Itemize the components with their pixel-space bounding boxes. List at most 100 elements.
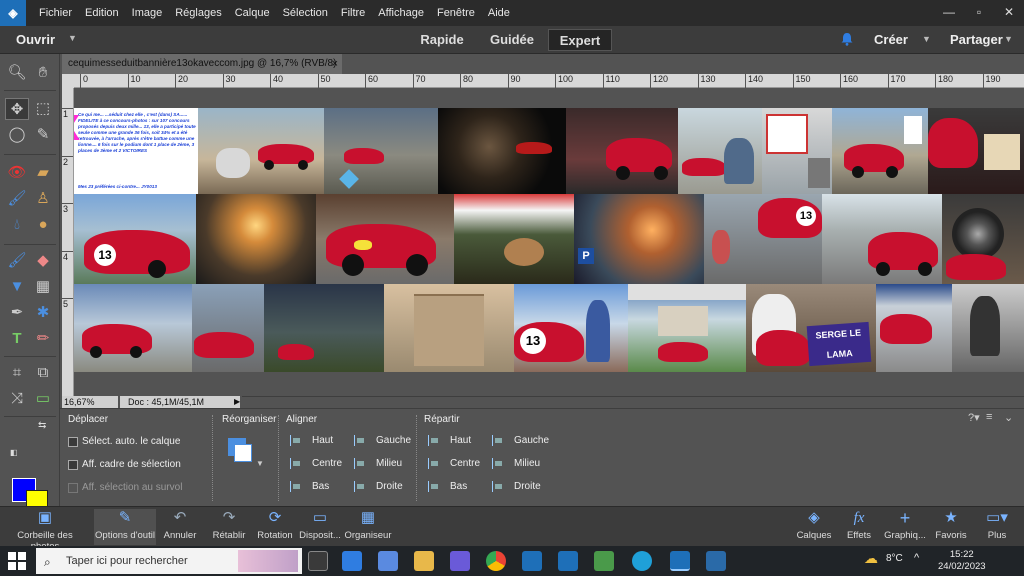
task-view-icon[interactable] xyxy=(308,551,328,571)
tab-expert[interactable]: Expert xyxy=(548,29,612,51)
share-dropdown-icon[interactable]: ▼ xyxy=(1004,34,1013,44)
zoom-level[interactable]: 16,67% xyxy=(62,396,118,408)
menu-edition[interactable]: Edition xyxy=(85,7,119,19)
organizer-button[interactable]: ▦ Organiseur xyxy=(344,509,392,541)
photos-app-icon[interactable] xyxy=(378,551,398,571)
spot-healing-tool-icon[interactable]: ▰ xyxy=(31,162,55,184)
blur-tool-icon[interactable]: 💧︎ xyxy=(5,214,29,236)
quick-selection-tool-icon[interactable]: ✎ xyxy=(31,124,55,146)
create-dropdown-icon[interactable]: ▼ xyxy=(922,34,931,44)
distribute-right[interactable]: Droite xyxy=(514,481,541,492)
horizontal-scrollbar[interactable] xyxy=(242,396,1024,408)
menu-fichier[interactable]: Fichier xyxy=(39,7,72,19)
menu-reglages[interactable]: Réglages xyxy=(175,7,221,19)
brush-tool-icon[interactable]: 🖌︎ xyxy=(5,250,29,272)
eyedropper-tool-icon[interactable]: ✒ xyxy=(5,302,29,324)
content-aware-move-tool-icon[interactable]: ⤨ xyxy=(5,388,29,410)
windows-start-icon[interactable] xyxy=(8,552,26,570)
move-tool-icon[interactable]: ✥ xyxy=(5,98,29,120)
align-middle[interactable]: Milieu xyxy=(376,458,402,469)
close-document-icon[interactable]: × xyxy=(332,54,338,74)
app-icon[interactable] xyxy=(594,551,614,571)
align-left-icon[interactable] xyxy=(354,435,366,446)
hand-tool-icon[interactable]: ✋︎ xyxy=(31,62,55,84)
distribute-center-icon[interactable] xyxy=(428,458,440,469)
align-center[interactable]: Centre xyxy=(312,458,342,469)
align-bottom-icon[interactable] xyxy=(290,481,302,492)
file-explorer-icon[interactable] xyxy=(414,551,434,571)
arrange-dropdown-icon[interactable]: ▼ xyxy=(256,459,264,468)
system-clock[interactable]: 15:22 24/02/2023 xyxy=(938,549,986,573)
menu-filtre[interactable]: Filtre xyxy=(341,7,365,19)
distribute-middle[interactable]: Milieu xyxy=(514,458,540,469)
align-bottom[interactable]: Bas xyxy=(312,481,329,492)
straighten-tool-icon[interactable]: ▭ xyxy=(31,388,55,410)
eraser-tool-icon[interactable]: ◆ xyxy=(31,250,55,272)
app-logo-icon[interactable]: ◈ xyxy=(0,0,26,26)
collapse-panel-icon[interactable]: ⌄ xyxy=(1004,411,1013,424)
menu-fenetre[interactable]: Fenêtre xyxy=(437,7,475,19)
align-center-icon[interactable] xyxy=(290,458,302,469)
open-dropdown-icon[interactable]: ▼ xyxy=(68,33,77,43)
distribute-center[interactable]: Centre xyxy=(450,458,480,469)
teams-app-icon[interactable] xyxy=(450,551,470,571)
zoom-tool-icon[interactable]: 🔍︎ xyxy=(5,62,29,84)
align-top-icon[interactable] xyxy=(290,435,302,446)
elements-organizer-icon[interactable] xyxy=(522,551,542,571)
status-menu-arrow-icon[interactable]: ▶ xyxy=(234,396,240,408)
minimize-button[interactable]: — xyxy=(934,0,964,26)
open-button[interactable]: Ouvrir xyxy=(16,32,55,47)
menu-affichage[interactable]: Affichage xyxy=(378,7,424,19)
layers-button[interactable]: ◈ Calques xyxy=(794,509,834,541)
paint-bucket-tool-icon[interactable]: ▼ xyxy=(5,276,29,298)
share-button[interactable]: Partager xyxy=(950,32,1003,47)
help-icon[interactable]: ?▾ xyxy=(968,411,980,424)
distribute-middle-icon[interactable] xyxy=(492,458,504,469)
document-tab[interactable]: cequimesseduitbannière13okaveccom.jpg @ … xyxy=(62,54,342,74)
sponge-tool-icon[interactable]: ● xyxy=(31,214,55,236)
default-colors-icon[interactable]: ◧ xyxy=(10,448,18,457)
tab-rapide[interactable]: Rapide xyxy=(412,29,472,51)
mail-app-icon[interactable] xyxy=(342,551,362,571)
align-left[interactable]: Gauche xyxy=(376,435,411,446)
menu-calque[interactable]: Calque xyxy=(235,7,270,19)
crop-tool-icon[interactable]: ⌗ xyxy=(5,362,29,384)
marquee-tool-icon[interactable]: ⬚ xyxy=(31,98,55,120)
auto-select-layer-checkbox[interactable] xyxy=(68,437,78,447)
weather-icon[interactable]: ☁ xyxy=(864,550,878,567)
effects-button[interactable]: fx Effets xyxy=(842,509,876,541)
tool-options-button[interactable]: ✎ Options d'outil xyxy=(92,509,158,541)
show-highlight-rollover-checkbox[interactable] xyxy=(68,483,78,493)
menu-selection[interactable]: Sélection xyxy=(283,7,328,19)
notification-bell-icon[interactable] xyxy=(840,32,854,46)
redo-button[interactable]: ↷ Rétablir xyxy=(208,509,250,541)
elements-editor-icon[interactable] xyxy=(558,551,578,571)
layout-button[interactable]: ▭ Disposit... xyxy=(298,509,342,541)
weather-temperature[interactable]: 8°C xyxy=(886,553,903,564)
align-right-icon[interactable] xyxy=(354,481,366,492)
swap-colors-icon[interactable]: ⇆ xyxy=(38,420,46,431)
smart-brush-tool-icon[interactable]: 🖌︎ xyxy=(5,188,29,210)
system-tray-expand-icon[interactable]: ^ xyxy=(914,552,919,564)
more-button[interactable]: ▭▾ Plus xyxy=(980,509,1014,541)
align-middle-icon[interactable] xyxy=(354,458,366,469)
align-right[interactable]: Droite xyxy=(376,481,403,492)
canvas-image[interactable]: Ce qui me... ...séduit chez elle , c'est… xyxy=(74,108,1024,372)
pencil-tool-icon[interactable]: ✏︎ xyxy=(31,328,55,350)
distribute-left[interactable]: Gauche xyxy=(514,435,549,446)
distribute-bottom[interactable]: Bas xyxy=(450,481,467,492)
clone-stamp-tool-icon[interactable]: ♙ xyxy=(31,188,55,210)
distribute-bottom-icon[interactable] xyxy=(428,481,440,492)
menu-aide[interactable]: Aide xyxy=(488,7,510,19)
gradient-tool-icon[interactable]: ▦ xyxy=(31,276,55,298)
favorites-button[interactable]: ★ Favoris xyxy=(932,509,970,541)
maximize-button[interactable]: ▫ xyxy=(964,0,994,26)
chrome-browser-icon[interactable] xyxy=(486,551,506,571)
custom-shape-tool-icon[interactable]: ✱ xyxy=(31,302,55,324)
menu-image[interactable]: Image xyxy=(132,7,163,19)
lasso-tool-icon[interactable]: ◯ xyxy=(5,124,29,146)
recompose-tool-icon[interactable]: ⧉ xyxy=(31,362,55,384)
create-button[interactable]: Créer xyxy=(874,32,908,47)
distribute-left-icon[interactable] xyxy=(492,435,504,446)
distribute-right-icon[interactable] xyxy=(492,481,504,492)
